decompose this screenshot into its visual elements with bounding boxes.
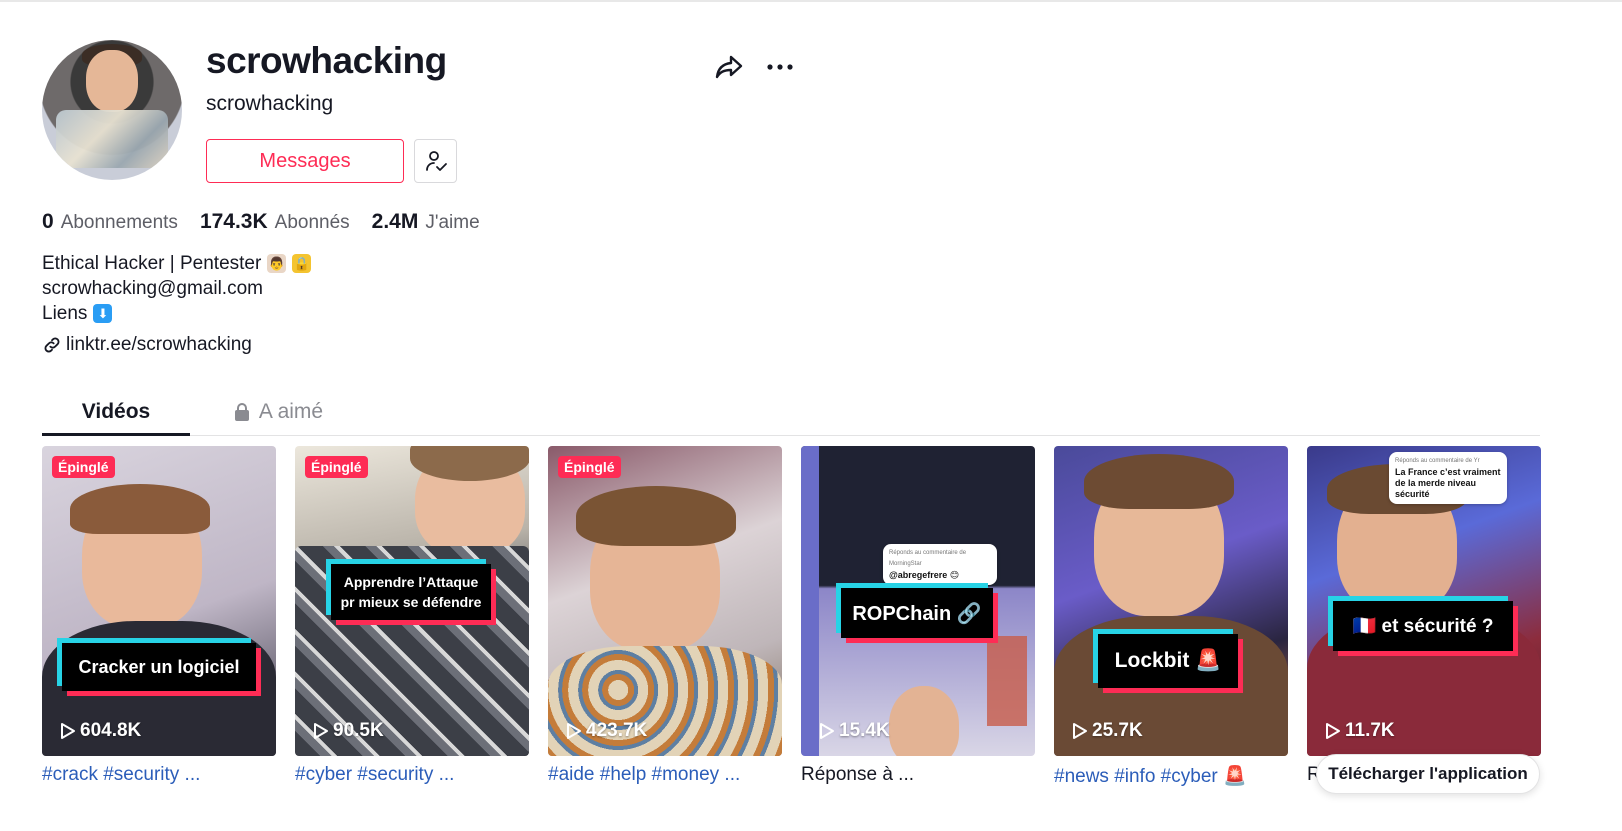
view-count-value: 423.7K [586,720,648,741]
play-icon [61,723,75,739]
profile-tabs: Vidéos A aimé [42,388,1540,436]
bio-line-3: Liens [42,303,88,324]
user-check-icon [425,151,447,171]
play-icon [567,723,581,739]
video-card[interactable]: Épinglé Apprendre l’Attaque pr mieux se … [295,446,529,788]
bio-line-2: scrowhacking@gmail.com [42,278,263,299]
profile-username: scrowhacking [206,40,447,81]
view-count: 604.8K [60,720,141,742]
tab-liked[interactable]: A aimé [228,388,328,436]
video-thumbnail[interactable]: Épinglé 423.7K [548,446,782,756]
reply-comment-heading: Réponds au commentaire de Yr [1395,458,1480,464]
more-dots-icon [767,64,793,70]
video-caption[interactable]: #news #info #cyber 🚨 [1054,764,1288,788]
profile-bio: Ethical Hacker | Pentester 👨 🔒 scrowhack… [42,251,312,326]
profile-nickname: scrowhacking [206,92,334,115]
likes-count: 2.4M [371,210,419,233]
video-card[interactable]: Lockbit 🚨 25.7K #news #info #cyber 🚨 [1054,446,1288,788]
video-caption[interactable]: Réponse à ... [801,764,1035,786]
lock-icon [234,403,249,421]
bio-line-1: Ethical Hacker | Pentester [42,253,262,274]
stat-likes: 2.4M J'aime [372,210,480,234]
view-count-value: 15.4K [839,720,890,741]
view-count: 25.7K [1072,720,1143,742]
view-count: 15.4K [819,720,890,742]
following-label: Abonnements [60,212,178,233]
profile-avatar[interactable] [42,40,182,180]
share-arrow-icon [715,55,743,79]
view-count-value: 11.7K [1345,720,1395,741]
likes-label: J'aime [425,212,480,233]
profile-stats: 0 Abonnements 174.3K Abonnés 2.4M J'aime [42,210,480,234]
play-icon [314,723,328,739]
view-count-value: 90.5K [333,720,384,741]
video-card[interactable]: Épinglé Cracker un logiciel 604.8K #crac… [42,446,276,788]
stat-followers[interactable]: 174.3K Abonnés [200,210,350,234]
download-app-button[interactable]: Télécharger l'application [1316,754,1540,794]
video-overlay-text: 🇫🇷 et sécurité ? [1333,601,1513,651]
video-grid: Épinglé Cracker un logiciel 604.8K #crac… [42,446,1541,788]
bio-link-text: linktr.ee/scrowhacking [66,334,252,355]
following-status-button[interactable] [414,139,457,183]
down-arrow-emoji-icon: ⬇ [93,304,113,323]
view-count: 423.7K [566,720,647,742]
stat-following[interactable]: 0 Abonnements [42,210,178,234]
video-overlay-text: ROPChain 🔗 [841,588,993,638]
video-thumbnail[interactable]: Épinglé Apprendre l’Attaque pr mieux se … [295,446,529,756]
view-count: 90.5K [313,720,384,742]
video-card[interactable]: Réponds au commentaire de Yr La France c… [1307,446,1541,788]
video-thumbnail[interactable]: Épinglé Cracker un logiciel 604.8K [42,446,276,756]
tab-videos-label: Vidéos [81,400,151,423]
reply-comment-bubble: Réponds au commentaire de Yr La France c… [1389,452,1507,504]
pinned-badge: Épinglé [558,456,621,478]
messages-button[interactable]: Messages [206,139,404,183]
technologist-emoji-icon: 👨 [267,254,287,273]
top-divider [0,0,1622,2]
tab-liked-label: A aimé [258,400,324,423]
pinned-badge: Épinglé [305,456,368,478]
video-thumbnail[interactable]: Réponds au commentaire de MorningStar @a… [801,446,1035,756]
video-caption[interactable]: #aide #help #money ... [548,764,782,786]
following-count: 0 [42,210,54,233]
video-card[interactable]: Réponds au commentaire de MorningStar @a… [801,446,1035,788]
play-icon [820,723,834,739]
reply-comment-bubble: Réponds au commentaire de MorningStar @a… [883,544,997,585]
link-icon [44,337,60,353]
followers-label: Abonnés [274,212,350,233]
reply-comment-text: La France c’est vraiment de la merde niv… [1395,467,1501,499]
lock-emoji-icon: 🔒 [292,254,312,273]
video-overlay-text: Lockbit 🚨 [1098,634,1238,688]
video-thumbnail[interactable]: Réponds au commentaire de Yr La France c… [1307,446,1541,756]
view-count-value: 604.8K [80,720,142,741]
video-overlay-text: Apprendre l’Attaque pr mieux se défendre [331,564,491,620]
video-thumbnail[interactable]: Lockbit 🚨 25.7K [1054,446,1288,756]
reply-comment-text: @abregefrere 😊 [889,570,960,580]
share-button[interactable] [712,52,746,82]
video-caption[interactable]: #cyber #security ... [295,764,529,786]
tab-active-indicator [42,433,190,436]
view-count-value: 25.7K [1092,720,1143,741]
video-overlay-text: Cracker un logiciel [62,643,256,691]
play-icon [1073,723,1087,739]
play-icon [1326,723,1340,739]
video-caption[interactable]: #crack #security ... [42,764,276,786]
pinned-badge: Épinglé [52,456,115,478]
view-count: 11.7K [1325,720,1395,742]
followers-count: 174.3K [199,210,268,233]
more-options-button[interactable] [762,52,798,82]
reply-comment-heading: Réponds au commentaire de MorningStar [889,550,967,567]
tab-videos[interactable]: Vidéos [42,388,190,436]
bio-link[interactable]: linktr.ee/scrowhacking [42,334,252,356]
video-card[interactable]: Épinglé 423.7K #aide #help #money ... [548,446,782,788]
